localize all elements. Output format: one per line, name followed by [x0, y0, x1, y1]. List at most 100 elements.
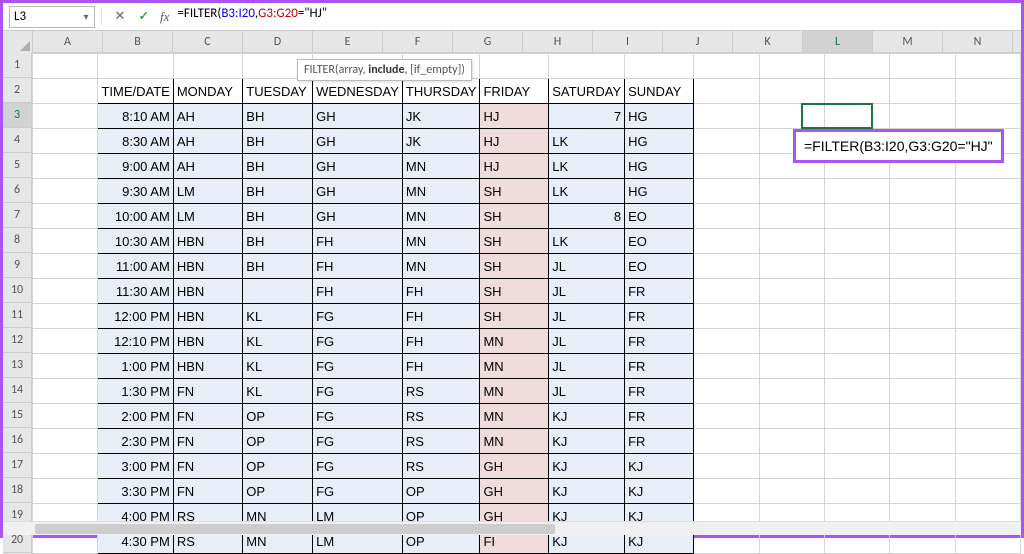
cell-B8[interactable]: 10:30 AM — [98, 229, 173, 254]
cell-J11[interactable] — [694, 304, 759, 329]
cell-D10[interactable] — [243, 279, 313, 304]
cell-H12[interactable]: JL — [549, 329, 625, 354]
cell-E7[interactable]: GH — [313, 204, 403, 229]
cell-L10[interactable] — [825, 279, 890, 304]
cell-H18[interactable]: KJ — [549, 479, 625, 504]
cell-F18[interactable]: OP — [402, 479, 480, 504]
cell-N12[interactable] — [955, 329, 1020, 354]
cell-A2[interactable] — [33, 79, 98, 104]
cell-A16[interactable] — [33, 429, 98, 454]
cell-A17[interactable] — [33, 454, 98, 479]
cell-G12[interactable]: MN — [480, 329, 549, 354]
cell-J6[interactable] — [694, 179, 759, 204]
cell-H8[interactable]: LK — [549, 229, 625, 254]
cell-C14[interactable]: FN — [173, 379, 242, 404]
cell-B2[interactable]: TIME/DATE — [98, 79, 173, 104]
cell-N2[interactable] — [955, 79, 1020, 104]
cell-B11[interactable]: 12:00 PM — [98, 304, 173, 329]
cell-G1[interactable] — [480, 54, 549, 79]
cell-G13[interactable]: MN — [480, 354, 549, 379]
cell-E6[interactable]: GH — [313, 179, 403, 204]
cell-F6[interactable]: MN — [402, 179, 480, 204]
cell-H5[interactable]: LK — [549, 154, 625, 179]
cell-B17[interactable]: 3:00 PM — [98, 454, 173, 479]
cell-E16[interactable]: FG — [313, 429, 403, 454]
row-header-1[interactable]: 1 — [3, 53, 31, 78]
cell-I16[interactable]: FR — [625, 429, 694, 454]
cell-M18[interactable] — [890, 479, 955, 504]
cell-I6[interactable]: HG — [625, 179, 694, 204]
cell-L8[interactable] — [825, 229, 890, 254]
cell-M7[interactable] — [890, 204, 955, 229]
cell-A13[interactable] — [33, 354, 98, 379]
cell-L18[interactable] — [825, 479, 890, 504]
cell-I14[interactable]: FR — [625, 379, 694, 404]
cell-H17[interactable]: KJ — [549, 454, 625, 479]
cell-I11[interactable]: FR — [625, 304, 694, 329]
cell-L15[interactable] — [825, 404, 890, 429]
cell-L6[interactable] — [825, 179, 890, 204]
column-header-G[interactable]: G — [453, 31, 523, 52]
cell-D8[interactable]: BH — [243, 229, 313, 254]
cell-D6[interactable]: BH — [243, 179, 313, 204]
cell-C7[interactable]: LM — [173, 204, 242, 229]
cell-J10[interactable] — [694, 279, 759, 304]
cell-I3[interactable]: HG — [625, 104, 694, 129]
cell-N16[interactable] — [955, 429, 1020, 454]
cell-N17[interactable] — [955, 454, 1020, 479]
cell-M13[interactable] — [890, 354, 955, 379]
row-header-11[interactable]: 11 — [3, 303, 31, 328]
cell-F8[interactable]: MN — [402, 229, 480, 254]
cell-K14[interactable] — [759, 379, 824, 404]
cell-C1[interactable] — [173, 54, 242, 79]
cell-B1[interactable] — [98, 54, 173, 79]
cell-G3[interactable]: HJ — [480, 104, 549, 129]
cell-G17[interactable]: GH — [480, 454, 549, 479]
cell-M9[interactable] — [890, 254, 955, 279]
horizontal-scrollbar[interactable] — [3, 521, 1021, 535]
cell-L12[interactable] — [825, 329, 890, 354]
cell-L1[interactable] — [825, 54, 890, 79]
cell-C5[interactable]: AH — [173, 154, 242, 179]
row-header-17[interactable]: 17 — [3, 453, 31, 478]
accept-formula-button[interactable]: ✓ — [132, 6, 156, 28]
cell-K12[interactable] — [759, 329, 824, 354]
cell-D18[interactable]: OP — [243, 479, 313, 504]
cell-C2[interactable]: MONDAY — [173, 79, 242, 104]
cell-I10[interactable]: FR — [625, 279, 694, 304]
cell-L3[interactable] — [825, 104, 890, 129]
cell-B18[interactable]: 3:30 PM — [98, 479, 173, 504]
cell-G4[interactable]: HJ — [480, 129, 549, 154]
cell-B5[interactable]: 9:00 AM — [98, 154, 173, 179]
cell-N7[interactable] — [955, 204, 1020, 229]
cell-D3[interactable]: BH — [243, 104, 313, 129]
cell-F9[interactable]: MN — [402, 254, 480, 279]
cell-C13[interactable]: HBN — [173, 354, 242, 379]
cell-M16[interactable] — [890, 429, 955, 454]
cell-C6[interactable]: LM — [173, 179, 242, 204]
cell-E11[interactable]: FG — [313, 304, 403, 329]
cell-K1[interactable] — [759, 54, 824, 79]
cell-H14[interactable]: JL — [549, 379, 625, 404]
cell-M3[interactable] — [890, 104, 955, 129]
cell-M14[interactable] — [890, 379, 955, 404]
cell-I1[interactable] — [625, 54, 694, 79]
cell-F16[interactable]: RS — [402, 429, 480, 454]
cell-N9[interactable] — [955, 254, 1020, 279]
cell-J8[interactable] — [694, 229, 759, 254]
cell-I17[interactable]: KJ — [625, 454, 694, 479]
row-header-9[interactable]: 9 — [3, 253, 31, 278]
cell-F11[interactable]: FH — [402, 304, 480, 329]
cell-J16[interactable] — [694, 429, 759, 454]
row-header-5[interactable]: 5 — [3, 153, 31, 178]
cell-H1[interactable] — [549, 54, 625, 79]
column-header-A[interactable]: A — [33, 31, 103, 52]
cell-A5[interactable] — [33, 154, 98, 179]
cell-G16[interactable]: MN — [480, 429, 549, 454]
column-header-I[interactable]: I — [593, 31, 663, 52]
row-header-16[interactable]: 16 — [3, 428, 31, 453]
column-header-E[interactable]: E — [313, 31, 383, 52]
cell-E12[interactable]: FG — [313, 329, 403, 354]
cell-G11[interactable]: SH — [480, 304, 549, 329]
cell-B15[interactable]: 2:00 PM — [98, 404, 173, 429]
